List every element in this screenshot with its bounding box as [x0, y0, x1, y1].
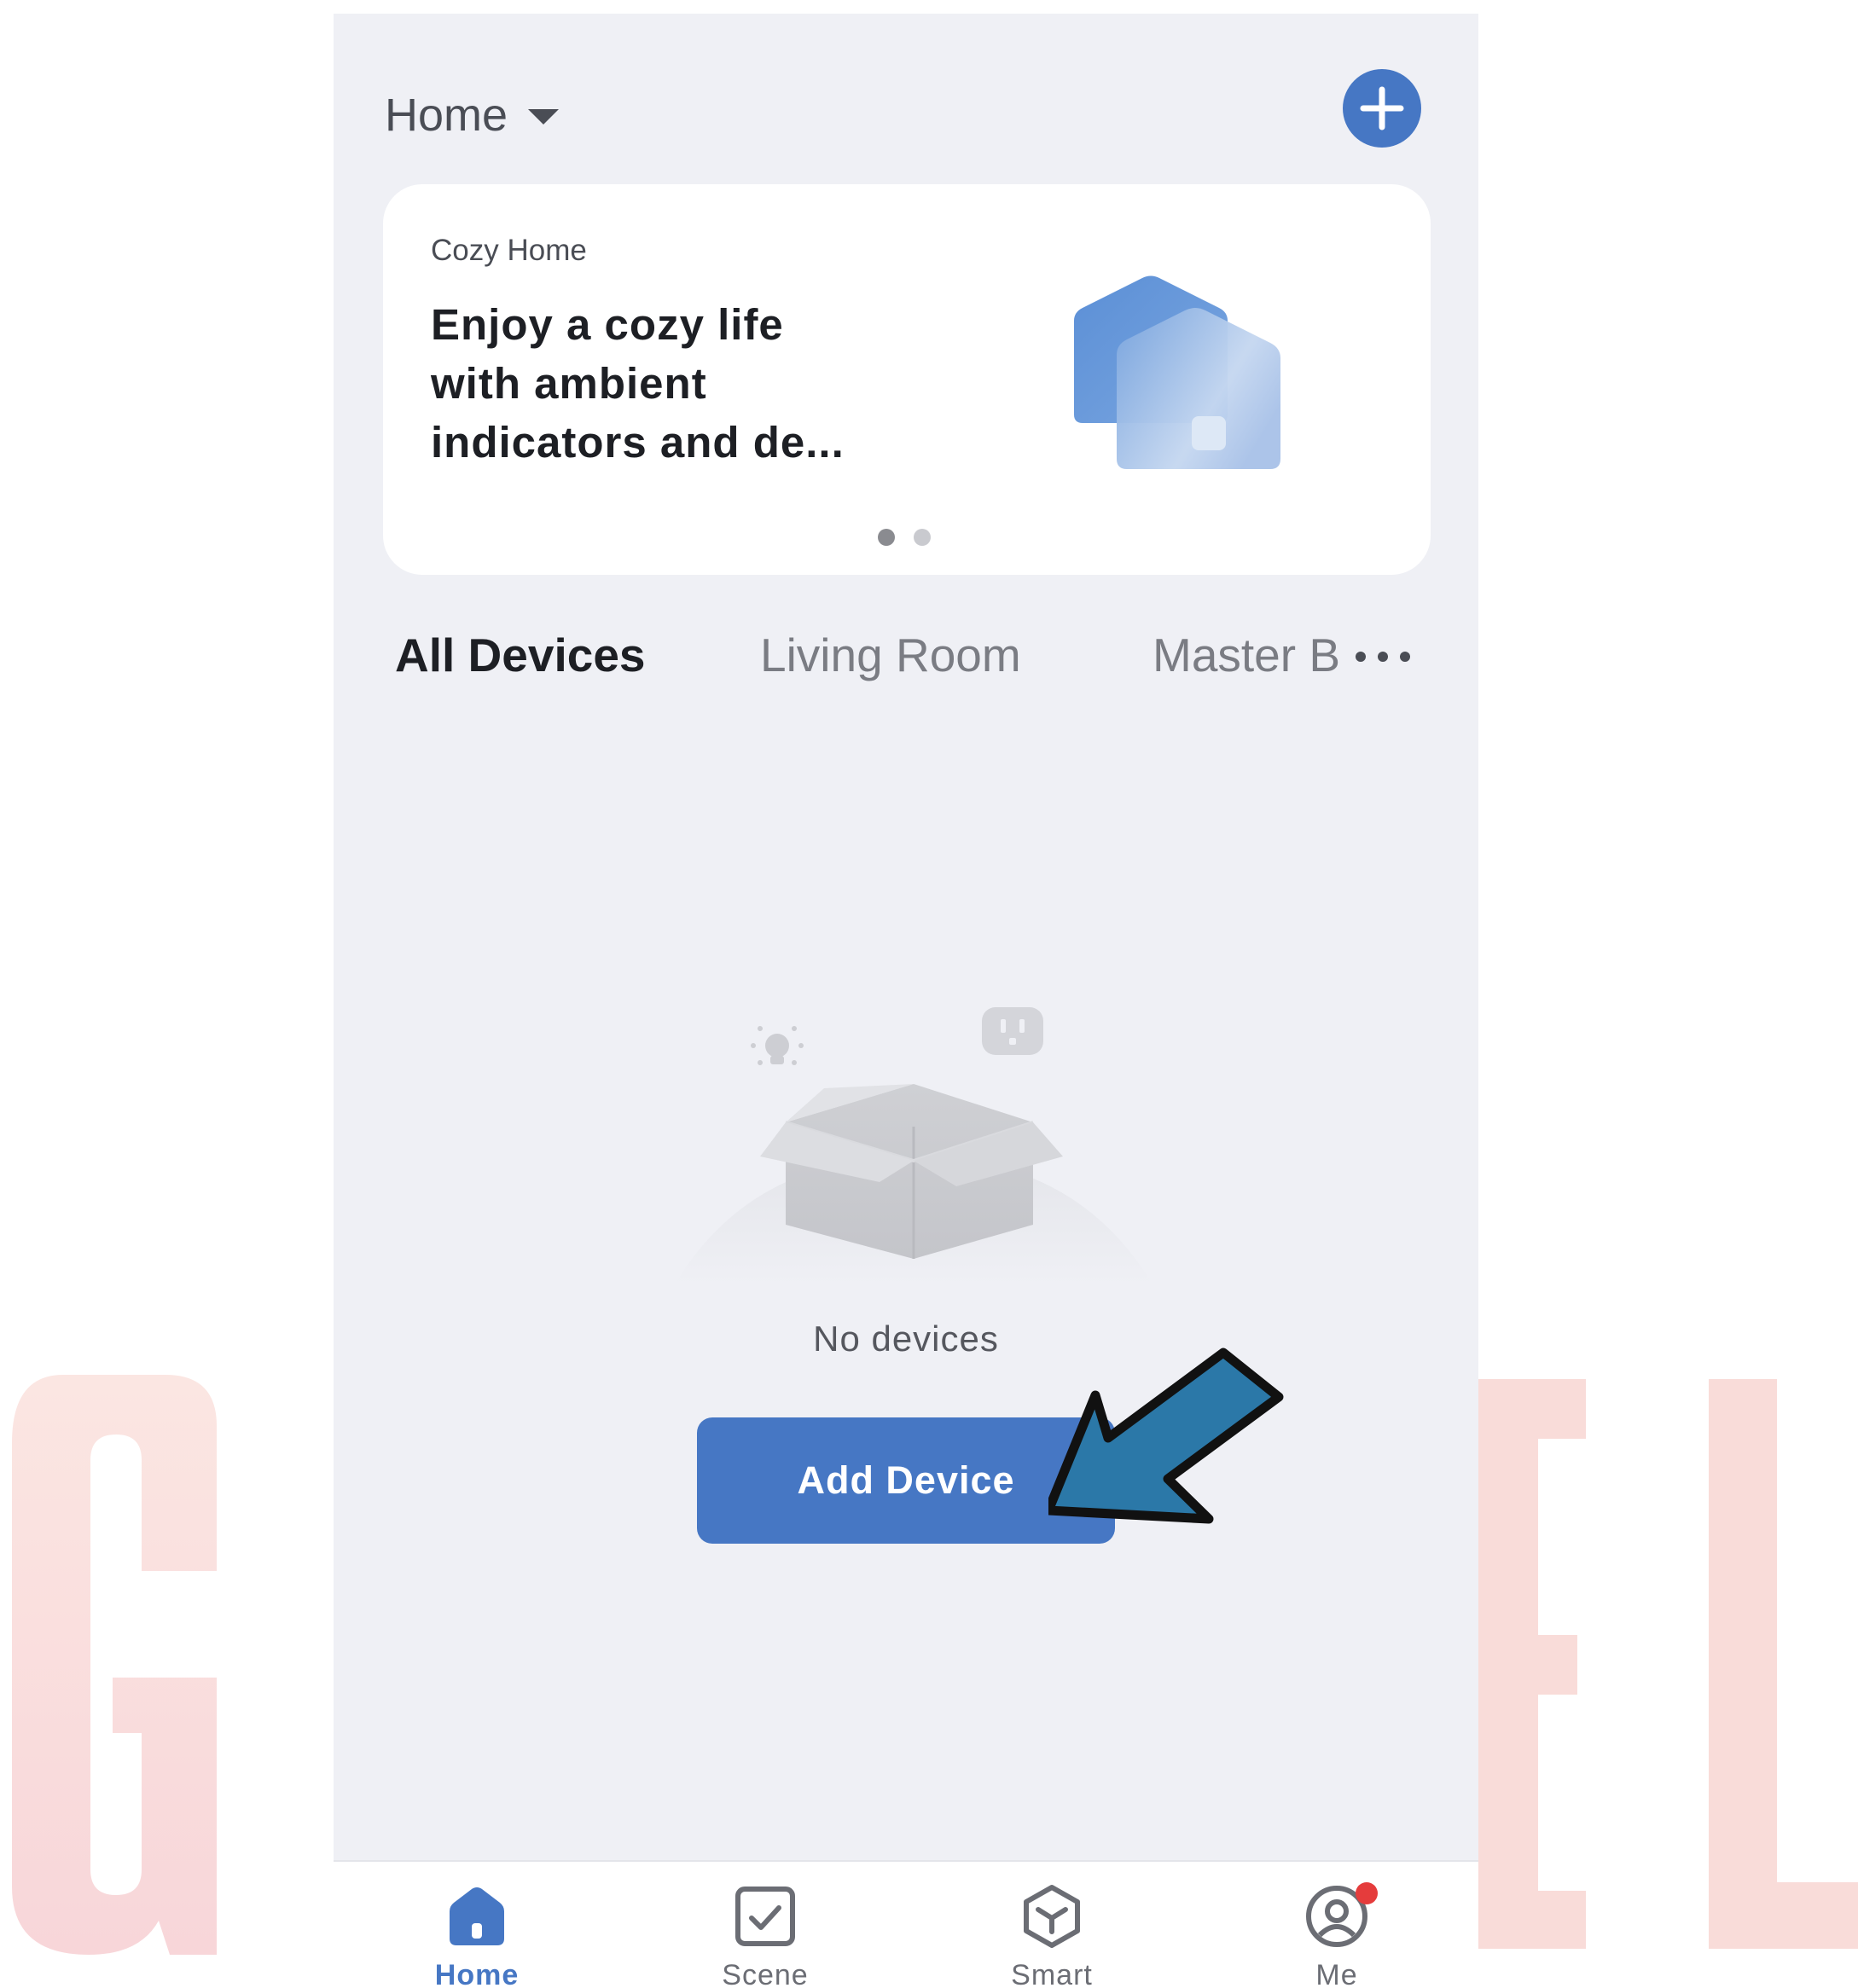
nav-scene[interactable]: Scene	[680, 1862, 851, 1988]
top-bar: Home	[334, 14, 1478, 193]
add-button[interactable]	[1343, 69, 1421, 148]
tab-all-devices[interactable]: All Devices	[395, 628, 646, 682]
nav-me-label: Me	[1315, 1959, 1358, 1988]
nav-home-label: Home	[434, 1959, 520, 1988]
caret-down-icon	[528, 109, 560, 125]
promo-banner[interactable]: Cozy Home Enjoy a cozy life with ambient…	[383, 184, 1431, 575]
nav-smart[interactable]: Smart	[967, 1862, 1137, 1988]
home-icon	[450, 1887, 504, 1945]
empty-state-message: No devices	[813, 1319, 999, 1359]
annotation-arrow-icon	[1043, 1344, 1296, 1536]
banner-headline-line-1: Enjoy a cozy life	[431, 300, 784, 349]
tab-living-room[interactable]: Living Room	[760, 628, 1021, 682]
banner-pagination	[878, 529, 931, 546]
tab-master-bedroom[interactable]: Master Bedroom	[1153, 628, 1338, 682]
watermark-letter-g	[12, 1375, 217, 1955]
banner-headline-line-2: with ambient	[431, 359, 707, 408]
banner-tag: Cozy Home	[431, 234, 587, 267]
bottom-nav: Home Scene Smart Me	[334, 1860, 1478, 1988]
banner-headline-line-3: indicators and de...	[431, 418, 845, 467]
nav-home[interactable]: Home	[392, 1862, 562, 1988]
notification-badge	[1356, 1882, 1378, 1904]
nav-me[interactable]: Me	[1251, 1862, 1422, 1988]
watermark-letter-e	[1478, 1379, 1586, 1949]
scene-icon	[735, 1887, 795, 1946]
houses-illustration	[1065, 270, 1330, 496]
tab-master-bedroom-clip: Master Bedroom	[1153, 628, 1338, 696]
more-rooms-icon[interactable]	[1356, 652, 1410, 662]
plus-icon	[1360, 86, 1404, 130]
pagination-dot-active[interactable]	[878, 529, 895, 546]
app-screen: Home Cozy Home Enjoy a cozy life with am…	[334, 14, 1478, 1988]
empty-box-illustration	[675, 994, 1153, 1306]
nav-smart-label: Smart	[1011, 1959, 1093, 1988]
watermark-letter-l	[1709, 1379, 1858, 1949]
nav-scene-label: Scene	[722, 1959, 809, 1988]
room-tabs: All Devices Living Room Master Bedroom	[334, 628, 1478, 713]
smart-icon	[1024, 1885, 1080, 1948]
pagination-dot[interactable]	[914, 529, 931, 546]
home-selector-label: Home	[385, 90, 508, 141]
home-selector[interactable]: Home	[385, 89, 560, 142]
